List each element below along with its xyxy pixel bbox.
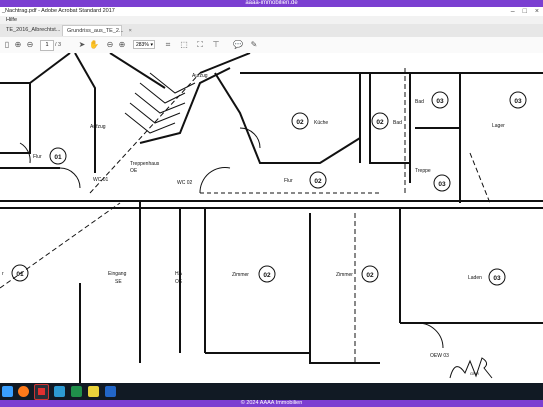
app-icon[interactable] — [54, 386, 65, 397]
plan-boundary — [469, 152, 491, 204]
menu-item-help[interactable]: Hilfe — [6, 17, 17, 23]
plan-label: Aufzug — [192, 73, 208, 79]
plan-label: SE — [115, 279, 122, 285]
hand-tool-icon[interactable]: ✋ — [89, 40, 99, 50]
site-footer: © 2024 AAAA Immobilien — [0, 400, 543, 407]
excel-icon[interactable] — [71, 386, 82, 397]
document-view[interactable]: Aufzug Aufzug Flur Treppenhaus OE WC 01 … — [0, 53, 543, 383]
toolbar: ▯ ⊕ ⊖ 1 / 3 ➤ ✋ ⊖ ⊕ 283% ▾ ⌗ ⬚ ⛶ ⊤ 💬 ✎ — [0, 37, 543, 54]
unit-number: 01 — [16, 271, 24, 278]
plan-wall — [369, 73, 410, 164]
read-mode-icon[interactable]: ⊤ — [211, 40, 221, 50]
plan-label: Flur — [284, 178, 293, 184]
outlook-icon[interactable] — [105, 386, 116, 397]
plan-label: Bad — [415, 99, 424, 105]
unit-number: 02 — [296, 119, 304, 126]
unit-number: 03 — [436, 98, 444, 105]
minimize-icon[interactable]: – — [511, 7, 515, 16]
plan-label: Eingang — [108, 271, 127, 277]
acrobat-icon[interactable] — [34, 384, 49, 400]
plan-stair — [134, 92, 186, 114]
zoom-value: 283% — [136, 42, 149, 48]
floor-plan: Aufzug Aufzug Flur Treppenhaus OE WC 01 … — [0, 53, 543, 383]
unit-number: 01 — [54, 154, 62, 161]
plan-label: Flur — [33, 154, 42, 160]
site-banner-text: aaaa-immobilien.de — [245, 0, 298, 6]
chevron-down-icon: ▾ — [150, 42, 153, 48]
os-taskbar — [0, 383, 543, 400]
plan-label: OEW 03 — [430, 353, 449, 359]
plan-label: WC 02 — [177, 180, 193, 186]
page-number-input[interactable]: 1 — [40, 40, 54, 51]
windows-start-icon[interactable] — [2, 386, 13, 397]
plan-label: Bad — [393, 120, 402, 126]
menu-bar: Hilfe — [0, 16, 543, 24]
sidebar-toggle-icon[interactable]: ▯ — [2, 40, 12, 50]
page-total: / 3 — [55, 42, 62, 48]
crop-icon[interactable]: ⌗ — [163, 40, 173, 50]
plan-wall — [205, 352, 380, 364]
site-footer-text: © 2024 AAAA Immobilien — [240, 400, 303, 406]
plan-door — [199, 167, 231, 194]
plan-boundary — [89, 72, 201, 194]
page-up-icon[interactable]: ⊕ — [13, 40, 23, 50]
plan-stair — [129, 102, 181, 124]
plan-label: r — [2, 271, 4, 277]
plan-label: Laden — [468, 275, 482, 281]
zoom-in-icon[interactable]: ⊕ — [117, 40, 127, 50]
zoom-select[interactable]: 283% ▾ — [133, 40, 155, 49]
plan-wall — [214, 72, 361, 164]
unit-number: 03 — [514, 98, 522, 105]
plan-label: Treppenhaus — [130, 161, 160, 167]
plan-label: Aufzug — [90, 124, 106, 130]
plan-label: WC 01 — [93, 177, 109, 183]
unit-number: 03 — [493, 275, 501, 282]
tab-document-1[interactable]: TE_2016_Albrechtst... — [2, 25, 60, 36]
fit-page-icon[interactable]: ⬚ — [179, 40, 189, 50]
plan-label: GNR — [470, 371, 479, 376]
zoom-out-icon[interactable]: ⊖ — [105, 40, 115, 50]
page-down-icon[interactable]: ⊖ — [25, 40, 35, 50]
plan-door — [417, 322, 444, 349]
firefox-icon[interactable] — [18, 386, 29, 397]
plan-wall — [109, 53, 166, 89]
fullscreen-icon[interactable]: ⛶ — [195, 40, 205, 50]
pen-icon[interactable]: ✎ — [249, 40, 259, 50]
plan-label: OE — [175, 279, 183, 285]
plan-label: Zimmer — [232, 272, 249, 278]
site-banner: aaaa-immobilien.de — [0, 0, 543, 7]
tab-label: TE_2016_Albrechtst... — [6, 27, 61, 33]
tab-label: Grundriss_aus_TE_2... — [67, 28, 124, 34]
unit-number: 03 — [438, 181, 446, 188]
window-title: _Nachtrag.pdf - Adobe Acrobat Standard 2… — [2, 8, 115, 14]
plan-label: HA — [175, 271, 183, 277]
plan-label: Treppe — [415, 168, 431, 174]
plan-door — [59, 167, 81, 189]
unit-number: 02 — [263, 272, 271, 279]
tab-close-icon[interactable]: × — [129, 28, 132, 34]
plan-wall — [0, 82, 31, 154]
close-icon[interactable]: × — [535, 7, 539, 16]
unit-number: 02 — [366, 272, 374, 279]
plan-label: Küche — [314, 120, 328, 126]
plan-label: OE — [130, 168, 138, 174]
select-tool-icon[interactable]: ➤ — [77, 40, 87, 50]
plan-label: Zimmer — [336, 272, 353, 278]
plan-wall — [29, 53, 71, 84]
document-tab-bar: TE_2016_Albrechtst... Grundriss_aus_TE_2… — [0, 24, 543, 38]
unit-number: 02 — [314, 178, 322, 185]
folder-icon[interactable] — [88, 386, 99, 397]
plan-wall — [74, 53, 96, 173]
plan-stair — [124, 112, 176, 134]
plan-label: Lager — [492, 123, 505, 129]
unit-number: 02 — [376, 119, 384, 126]
tab-document-2[interactable]: Grundriss_aus_TE_2... × — [62, 25, 132, 36]
maximize-icon[interactable]: □ — [523, 7, 527, 16]
comment-icon[interactable]: 💬 — [233, 40, 243, 50]
